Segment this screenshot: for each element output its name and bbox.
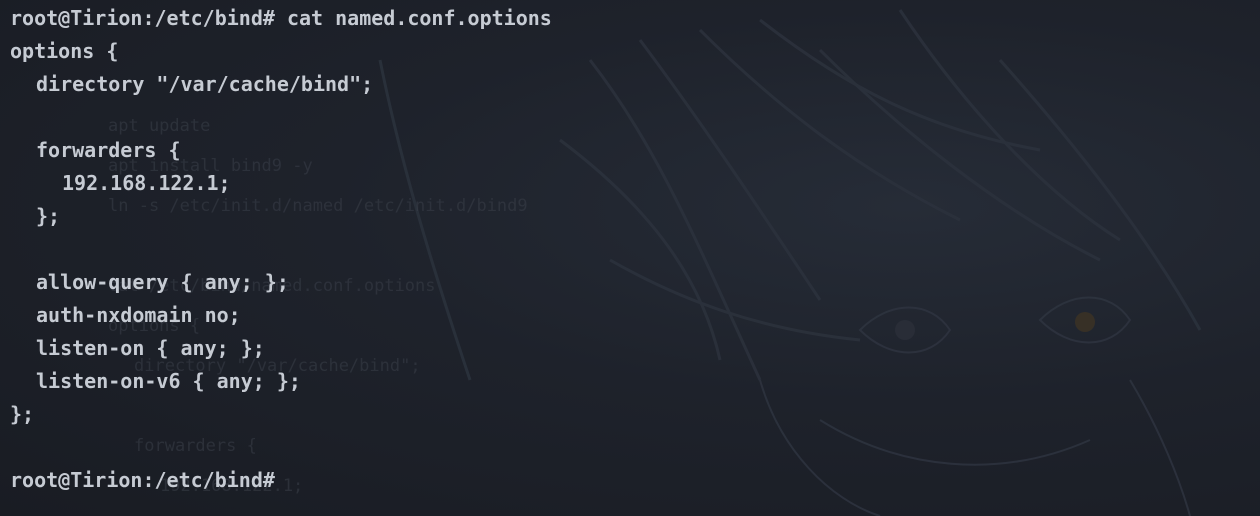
blank-line <box>10 433 552 466</box>
input-cursor[interactable] <box>275 472 277 492</box>
output-line: directory "/var/cache/bind"; <box>36 72 374 96</box>
terminal-window[interactable]: apt update apt install bind9 -y ln -s /e… <box>0 0 1260 516</box>
blank-line <box>10 103 552 136</box>
blank-line <box>10 235 552 268</box>
output-line: listen-on { any; }; <box>36 336 265 360</box>
output-line: forwarders { <box>36 138 181 162</box>
output-line: listen-on-v6 { any; }; <box>36 369 301 393</box>
output-line: }; <box>10 402 35 426</box>
shell-prompt: root@Tirion:/etc/bind# <box>10 468 275 492</box>
output-line: allow-query { any; }; <box>36 270 289 294</box>
output-line: }; <box>36 204 61 228</box>
prompt-line[interactable]: root@Tirion:/etc/bind# <box>10 466 552 499</box>
output-line: options { <box>10 39 119 63</box>
terminal-output[interactable]: root@Tirion:/etc/bind# cat named.conf.op… <box>10 4 552 499</box>
command-line: root@Tirion:/etc/bind# cat named.conf.op… <box>10 6 552 30</box>
output-line: auth-nxdomain no; <box>36 303 241 327</box>
output-line: 192.168.122.1; <box>62 171 231 195</box>
